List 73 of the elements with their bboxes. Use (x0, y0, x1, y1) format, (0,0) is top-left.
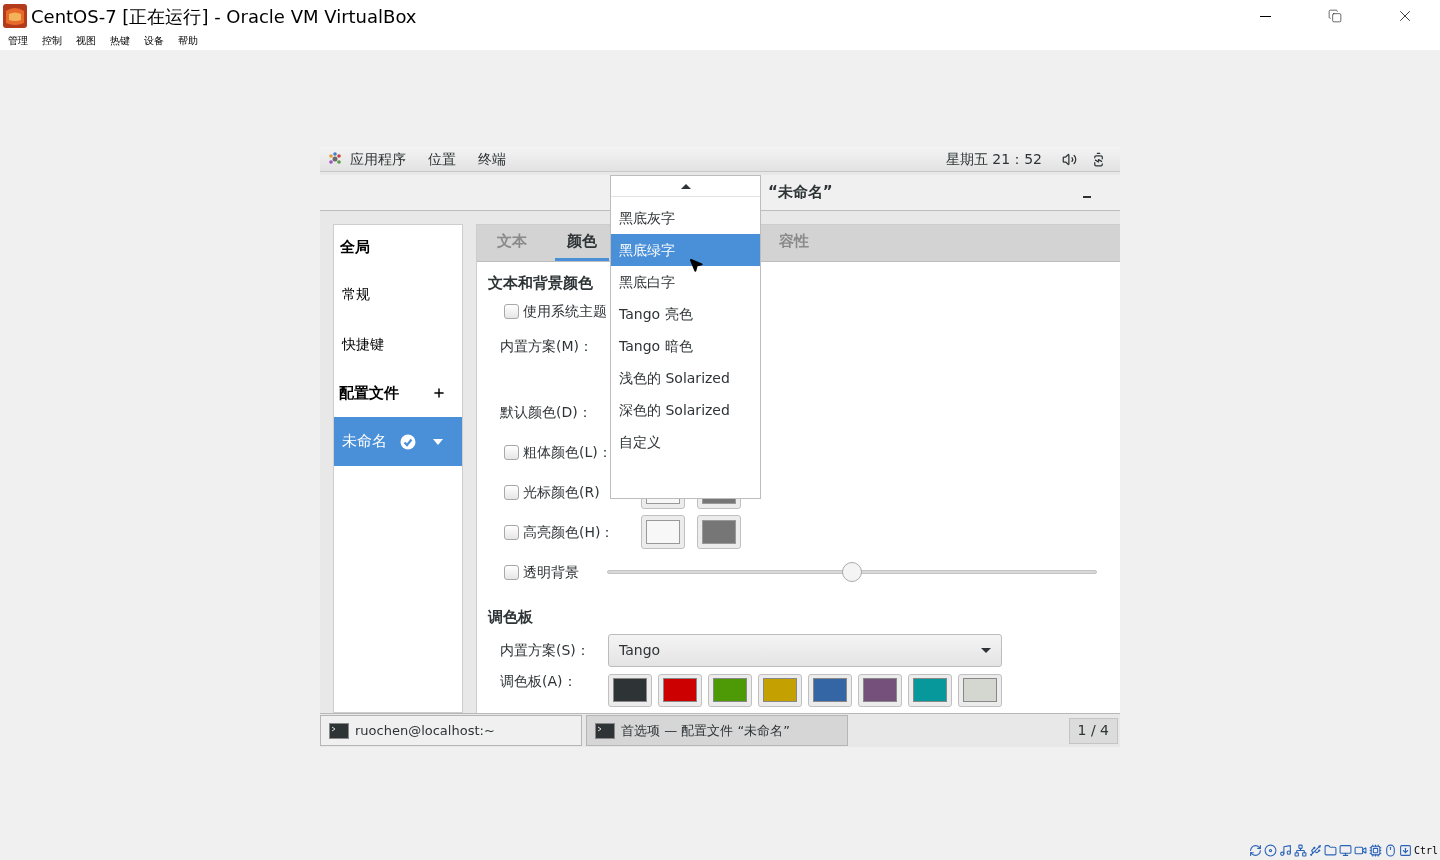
folder-icon[interactable] (1323, 844, 1337, 857)
clock: 星期五 21：52 (945, 149, 1042, 169)
refresh-icon[interactable] (1248, 844, 1262, 857)
checkbox-label: 高亮颜色(H)： (523, 523, 615, 540)
caret-icon (981, 648, 991, 653)
menu-item[interactable]: 视图 (76, 36, 96, 46)
taskbar-item[interactable]: ruochen@localhost:~ (320, 715, 582, 746)
menu-item[interactable]: 控制 (42, 36, 62, 46)
sidebar-item[interactable]: 快捷键 (334, 319, 462, 369)
minimize-icon (1259, 15, 1271, 17)
dropdown-option[interactable]: Tango 亮色 (611, 298, 760, 330)
caret-icon[interactable] (433, 438, 443, 445)
dropdown-option[interactable]: 浅色的 Solarized (611, 362, 760, 394)
dropdown-option[interactable]: 黑底灰字 (611, 202, 760, 234)
field-label: 默认颜色(D)： (500, 402, 592, 422)
checkbox[interactable] (504, 524, 519, 540)
menu-item[interactable]: 设备 (144, 36, 164, 46)
network-icon[interactable] (1293, 844, 1307, 857)
usb-icon[interactable] (1308, 844, 1322, 857)
color-swatch-button[interactable] (697, 515, 741, 549)
gnome-foot-icon (328, 152, 342, 166)
slider-thumb[interactable] (842, 562, 862, 582)
check-circle-icon (400, 433, 416, 450)
checkbox[interactable] (504, 444, 519, 460)
menu-item[interactable]: 帮助 (178, 36, 198, 46)
field-label: 内置方案(M)： (500, 336, 593, 356)
monitor-icon[interactable] (1338, 844, 1352, 857)
scroll-up-icon[interactable] (680, 183, 691, 189)
video-icon[interactable] (1353, 844, 1367, 857)
arrow-down-icon[interactable] (1398, 844, 1412, 857)
dropdown-option[interactable]: 自定义 (611, 426, 760, 458)
dropdown-option[interactable]: 黑底白字 (611, 266, 760, 298)
disc-icon[interactable] (1263, 844, 1277, 857)
checkbox[interactable] (504, 303, 519, 319)
checkbox-label: 使用系统主题 (523, 301, 607, 321)
volume-icon[interactable] (1062, 151, 1077, 167)
window-title: CentOS-7 [正在运行] - Oracle VM VirtualBox (31, 4, 417, 29)
section-title: 调色板 (488, 606, 533, 628)
checkbox-label: 透明背景 (523, 562, 580, 582)
sidebar-item[interactable]: 常规 (334, 269, 462, 319)
app-logo-icon (2, 3, 28, 29)
scheme-dropdown[interactable]: Tango (608, 634, 1002, 667)
mouse-pointer-icon (688, 257, 704, 273)
top-bar-menu[interactable]: 位置 (428, 148, 456, 170)
mouse-icon[interactable] (1383, 844, 1397, 857)
checkbox-label: 粗体颜色(L)： (523, 443, 612, 460)
battery-icon[interactable] (1091, 151, 1106, 167)
host-key-label: Ctrl (1413, 844, 1438, 858)
checkbox[interactable] (504, 564, 519, 580)
checkbox[interactable] (504, 484, 519, 500)
menu-item[interactable]: 热键 (110, 36, 130, 46)
sidebar-section-title: 配置文件 (339, 382, 399, 404)
terminal-icon (329, 722, 349, 739)
taskbar-item[interactable]: 首选项 — 配置文件 “未命名” (586, 715, 848, 746)
profile-name: 未命名 (342, 431, 387, 453)
workspace-indicator[interactable]: 1 / 4 (1068, 717, 1118, 744)
dropdown-option[interactable]: 深色的 Solarized (611, 394, 760, 426)
sidebar-heading: 全局 (339, 236, 371, 258)
field-label: 内置方案(S)： (500, 641, 591, 660)
restore-icon (1328, 9, 1342, 23)
top-bar-menu[interactable]: 应用程序 (350, 148, 406, 170)
add-icon[interactable] (432, 386, 446, 400)
dropdown-option[interactable]: Tango 暗色 (611, 330, 760, 362)
menu-item[interactable]: 管理 (8, 36, 28, 46)
checkbox-label: 光标颜色(R) (523, 483, 600, 500)
dialog-title: “未命名” (768, 182, 833, 204)
top-bar-menu[interactable]: 终端 (478, 148, 506, 170)
terminal-icon (595, 722, 615, 739)
section-title: 文本和背景颜色 (488, 272, 593, 294)
color-swatch-button[interactable] (641, 515, 685, 549)
speaker-icon[interactable] (1278, 844, 1292, 857)
chip-icon[interactable] (1368, 844, 1382, 857)
field-label: 调色板(A)： (500, 672, 578, 691)
